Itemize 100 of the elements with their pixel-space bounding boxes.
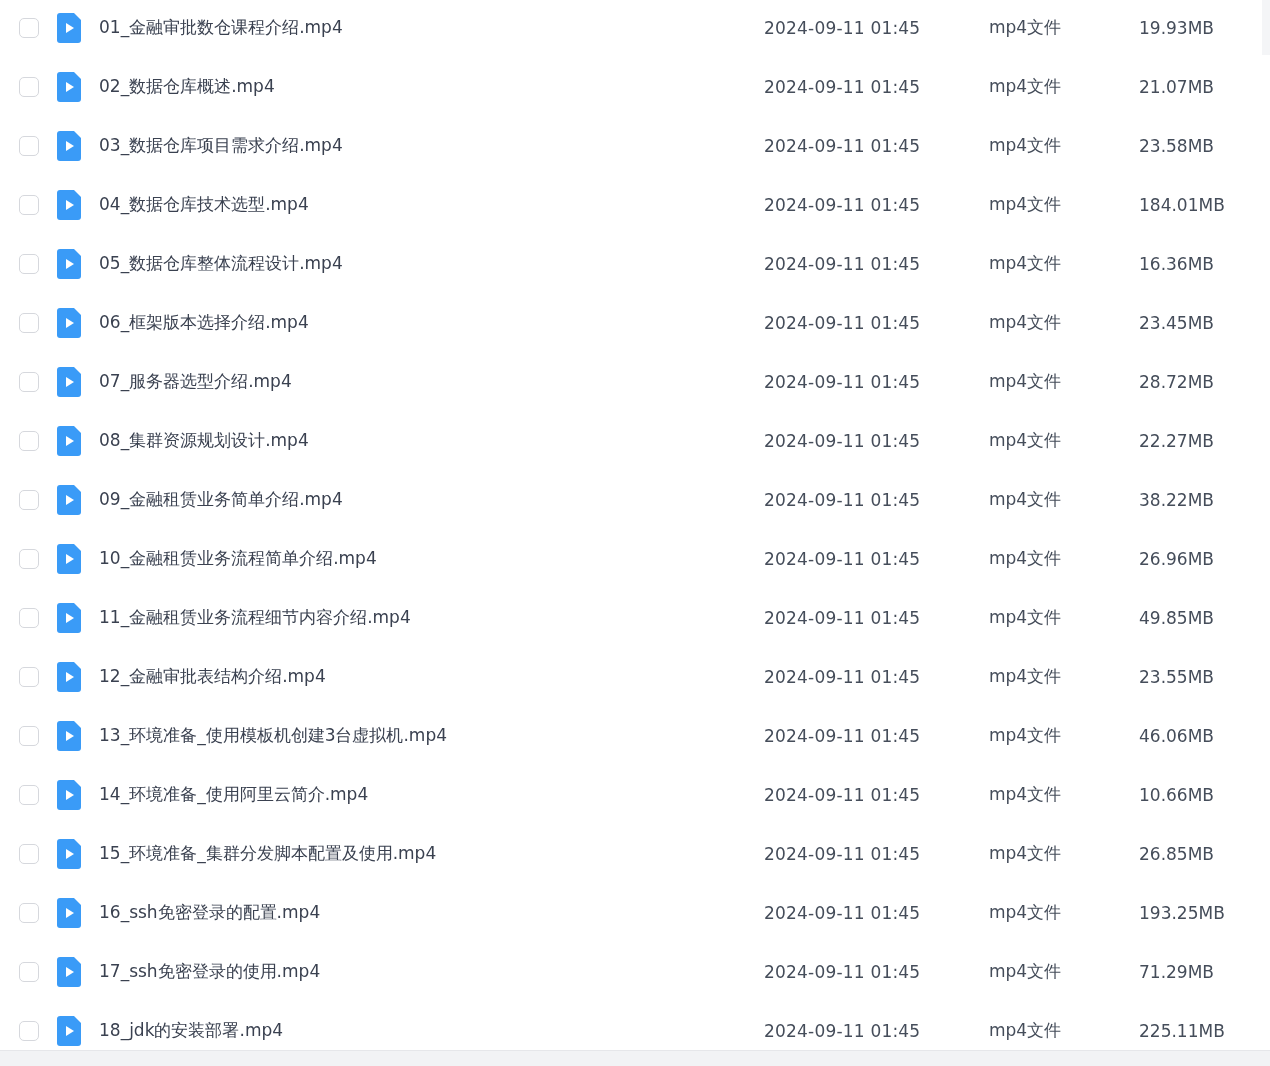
modified-date: 2024-09-11 01:45 [764, 17, 922, 38]
checkbox[interactable] [19, 843, 39, 864]
file-size: 16.36MB [1139, 253, 1214, 274]
file-name[interactable]: 07_服务器选型介绍.mp4 [99, 370, 764, 393]
file-size: 22.27MB [1139, 430, 1214, 451]
file-name[interactable]: 11_金融租赁业务流程细节内容介绍.mp4 [99, 606, 764, 629]
file-type: mp4文件 [989, 842, 1063, 865]
checkbox[interactable] [19, 253, 39, 274]
file-size: 23.58MB [1139, 135, 1214, 156]
file-size: 193.25MB [1139, 902, 1225, 923]
file-name[interactable]: 02_数据仓库概述.mp4 [99, 75, 764, 98]
file-size: 71.29MB [1139, 961, 1214, 982]
modified-date: 2024-09-11 01:45 [764, 902, 922, 923]
checkbox[interactable] [19, 784, 39, 805]
file-type: mp4文件 [989, 547, 1063, 570]
checkbox[interactable] [19, 371, 39, 392]
file-size: 21.07MB [1139, 76, 1214, 97]
modified-date: 2024-09-11 01:45 [764, 961, 922, 982]
file-name[interactable]: 15_环境准备_集群分发脚本配置及使用.mp4 [99, 842, 764, 865]
checkbox[interactable] [19, 194, 39, 215]
file-type: mp4文件 [989, 134, 1063, 157]
checkbox[interactable] [19, 17, 39, 38]
file-name[interactable]: 04_数据仓库技术选型.mp4 [99, 193, 764, 216]
video-file-icon [57, 189, 81, 220]
file-name[interactable]: 13_环境准备_使用模板机创建3台虚拟机.mp4 [99, 724, 764, 747]
file-type: mp4文件 [989, 901, 1063, 924]
video-file-icon [57, 661, 81, 692]
video-file-icon [57, 543, 81, 574]
video-file-icon [57, 366, 81, 397]
checkbox[interactable] [19, 607, 39, 628]
file-size: 23.55MB [1139, 666, 1214, 687]
file-size: 23.45MB [1139, 312, 1214, 333]
modified-date: 2024-09-11 01:45 [764, 725, 922, 746]
modified-date: 2024-09-11 01:45 [764, 430, 922, 451]
video-file-icon [57, 248, 81, 279]
file-name[interactable]: 05_数据仓库整体流程设计.mp4 [99, 252, 764, 275]
modified-date: 2024-09-11 01:45 [764, 253, 922, 274]
modified-date: 2024-09-11 01:45 [764, 607, 922, 628]
video-file-icon [57, 425, 81, 456]
file-size: 26.85MB [1139, 843, 1214, 864]
video-file-icon [57, 779, 81, 810]
checkbox[interactable] [19, 902, 39, 923]
file-type: mp4文件 [989, 370, 1063, 393]
file-size: 49.85MB [1139, 607, 1214, 628]
file-type: mp4文件 [989, 193, 1063, 216]
checkbox[interactable] [19, 666, 39, 687]
video-file-icon [57, 720, 81, 751]
file-type: mp4文件 [989, 665, 1063, 688]
video-file-icon [57, 1015, 81, 1046]
video-file-icon [57, 130, 81, 161]
file-type: mp4文件 [989, 16, 1063, 39]
file-size: 10.66MB [1139, 784, 1214, 805]
modified-date: 2024-09-11 01:45 [764, 489, 922, 510]
video-file-icon [57, 956, 81, 987]
checkbox[interactable] [19, 548, 39, 569]
file-name[interactable]: 06_框架版本选择介绍.mp4 [99, 311, 764, 334]
file-name[interactable]: 03_数据仓库项目需求介绍.mp4 [99, 134, 764, 157]
file-name[interactable]: 01_金融审批数仓课程介绍.mp4 [99, 16, 764, 39]
file-name[interactable]: 17_ssh免密登录的使用.mp4 [99, 960, 764, 983]
modified-date: 2024-09-11 01:45 [764, 666, 922, 687]
modified-date: 2024-09-11 01:45 [764, 194, 922, 215]
modified-date: 2024-09-11 01:45 [764, 1020, 922, 1041]
video-file-icon [57, 12, 81, 43]
modified-date: 2024-09-11 01:45 [764, 135, 922, 156]
file-size: 28.72MB [1139, 371, 1214, 392]
file-type: mp4文件 [989, 724, 1063, 747]
checkbox[interactable] [19, 135, 39, 156]
file-size: 19.93MB [1139, 17, 1214, 38]
file-type: mp4文件 [989, 1019, 1063, 1042]
checkbox[interactable] [19, 961, 39, 982]
file-type: mp4文件 [989, 606, 1063, 629]
file-name[interactable]: 09_金融租赁业务简单介绍.mp4 [99, 488, 764, 511]
modified-date: 2024-09-11 01:45 [764, 312, 922, 333]
file-size: 38.22MB [1139, 489, 1214, 510]
file-name[interactable]: 16_ssh免密登录的配置.mp4 [99, 901, 764, 924]
modified-date: 2024-09-11 01:45 [764, 371, 922, 392]
video-file-icon [57, 71, 81, 102]
file-type: mp4文件 [989, 75, 1063, 98]
file-size: 225.11MB [1139, 1020, 1225, 1041]
checkbox[interactable] [19, 489, 39, 510]
checkbox[interactable] [19, 725, 39, 746]
checkbox[interactable] [19, 76, 39, 97]
checkbox[interactable] [19, 1020, 39, 1041]
checkbox[interactable] [19, 312, 39, 333]
file-size: 46.06MB [1139, 725, 1214, 746]
file-name[interactable]: 14_环境准备_使用阿里云简介.mp4 [99, 783, 764, 806]
file-type: mp4文件 [989, 429, 1063, 452]
file-type: mp4文件 [989, 488, 1063, 511]
modified-date: 2024-09-11 01:45 [764, 784, 922, 805]
video-file-icon [57, 838, 81, 869]
file-name[interactable]: 18_jdk的安装部署.mp4 [99, 1019, 764, 1042]
checkbox[interactable] [19, 430, 39, 451]
file-name[interactable]: 08_集群资源规划设计.mp4 [99, 429, 764, 452]
modified-date: 2024-09-11 01:45 [764, 548, 922, 569]
video-file-icon [57, 897, 81, 928]
file-name[interactable]: 12_金融审批表结构介绍.mp4 [99, 665, 764, 688]
file-name[interactable]: 10_金融租赁业务流程简单介绍.mp4 [99, 547, 764, 570]
file-size: 26.96MB [1139, 548, 1214, 569]
file-type: mp4文件 [989, 252, 1063, 275]
file-size: 184.01MB [1139, 194, 1225, 215]
